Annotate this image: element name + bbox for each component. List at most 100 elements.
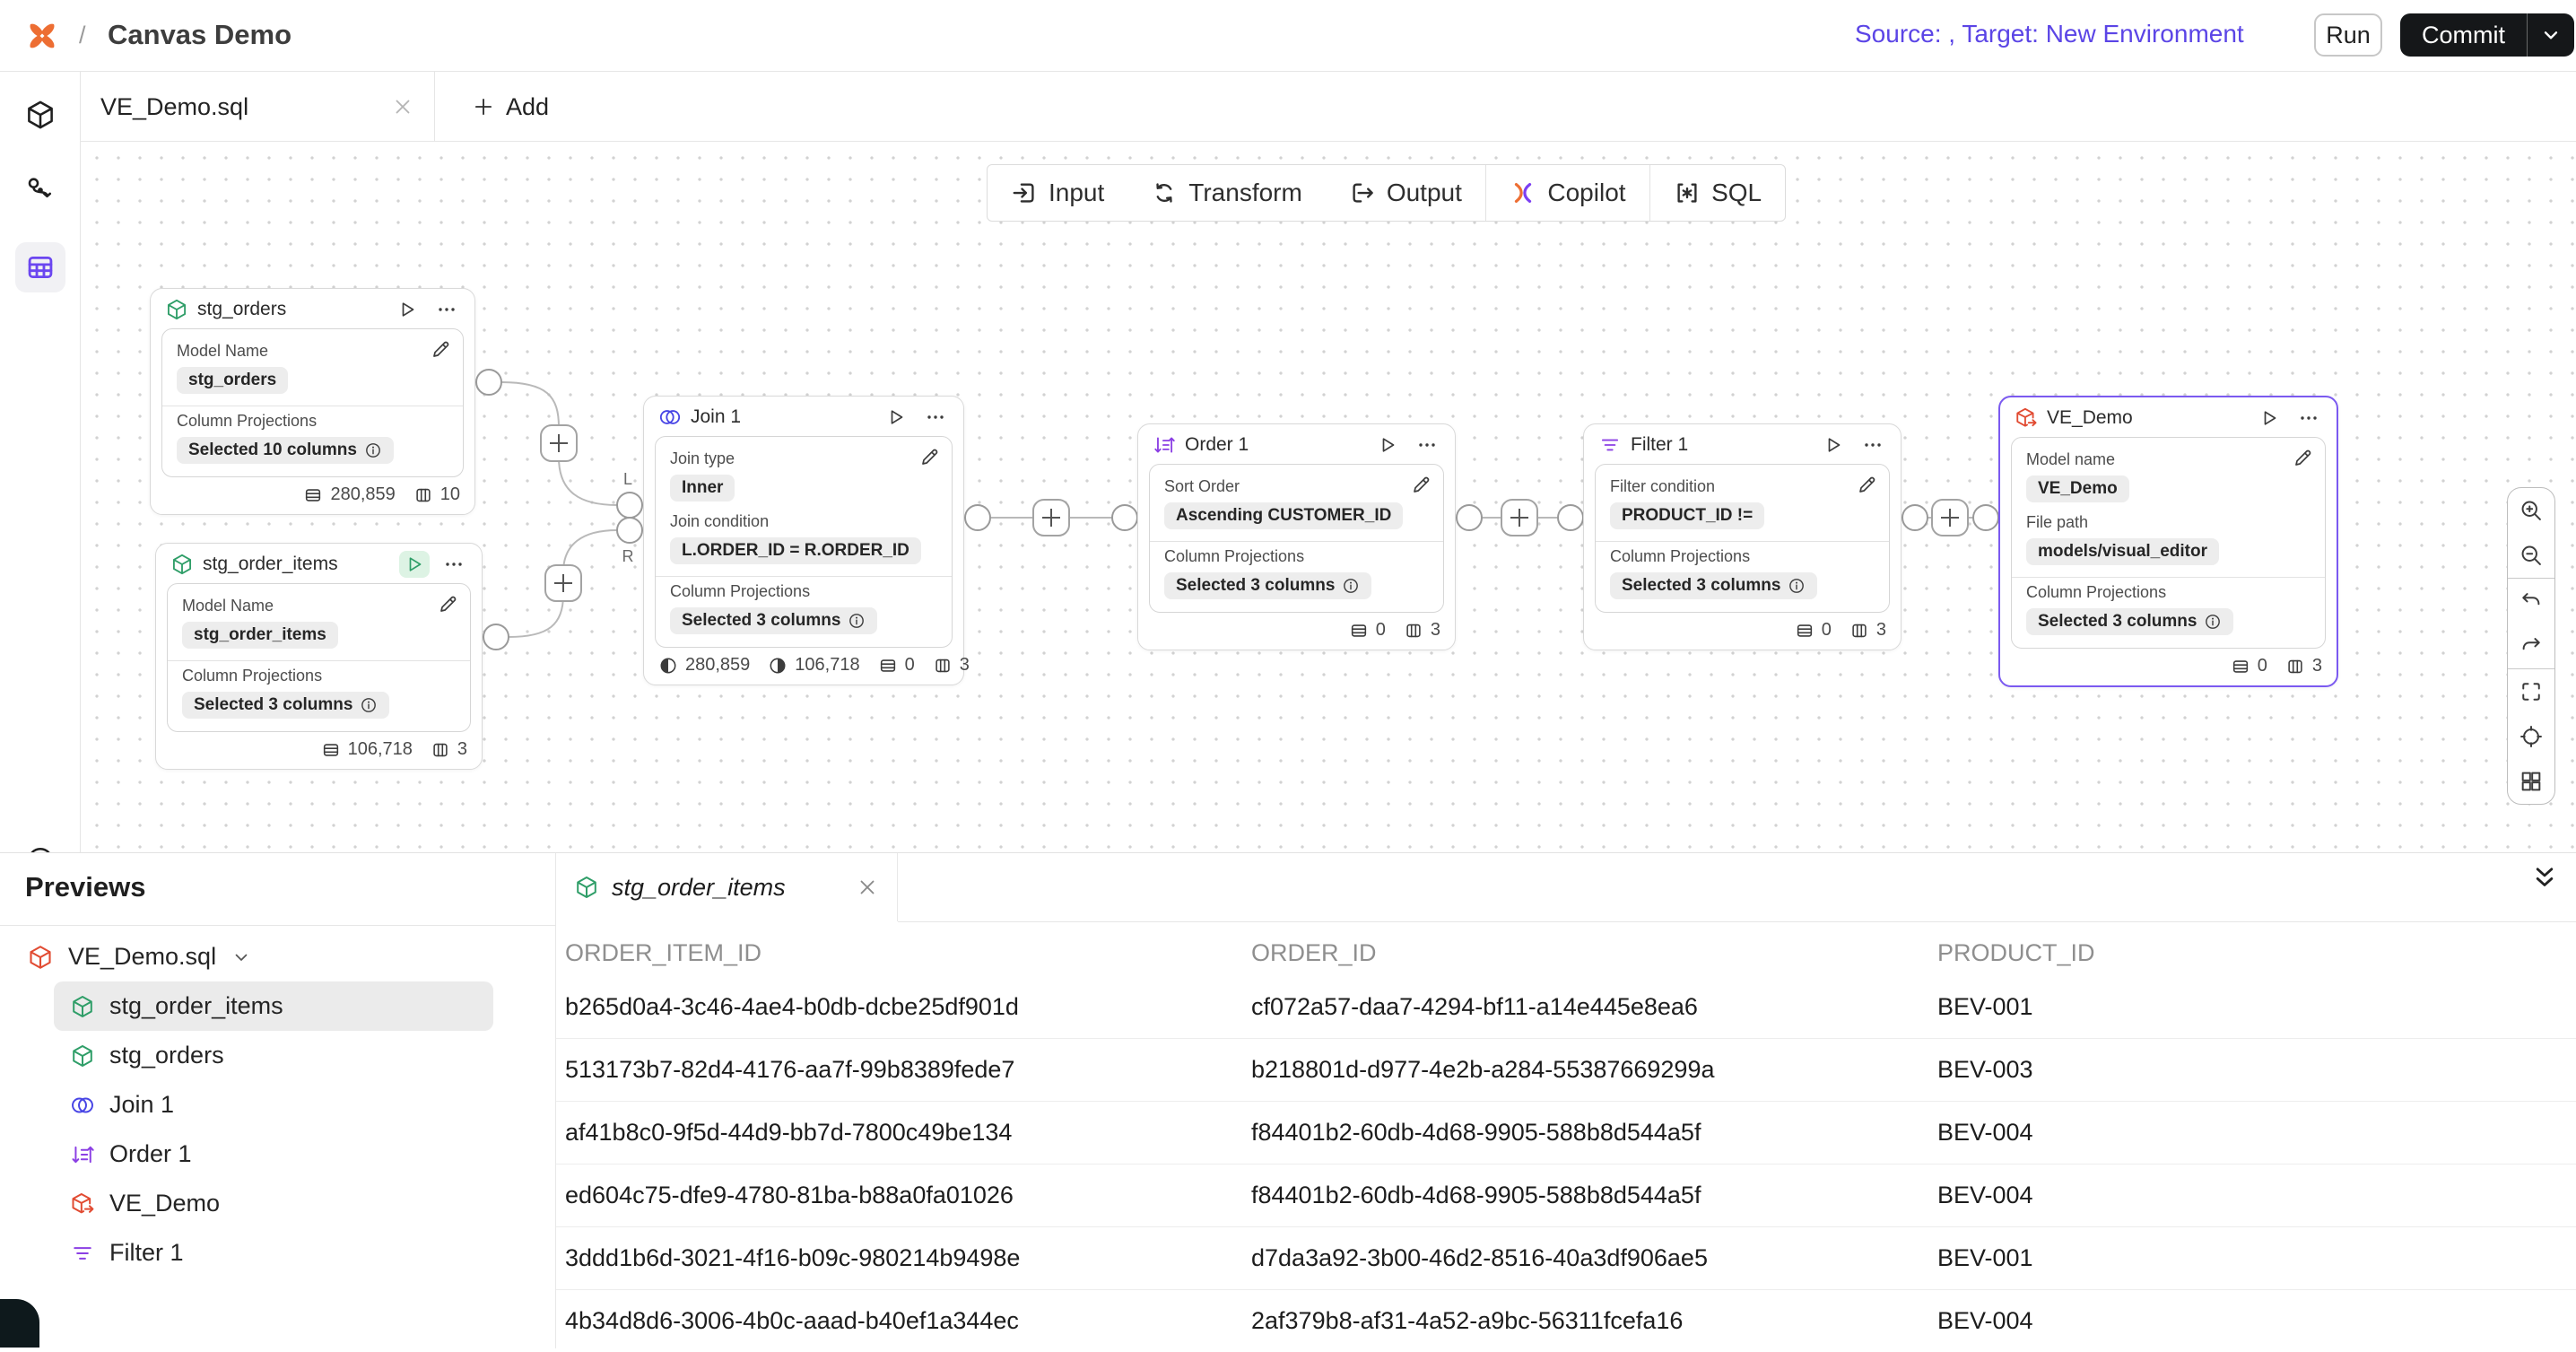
copilot-button[interactable]: Copilot — [1486, 165, 1649, 221]
edge-add-button[interactable] — [1033, 500, 1069, 536]
node-stg-orders[interactable]: stg_orders Model Name stg_orders Column … — [150, 288, 475, 515]
play-button[interactable] — [2254, 405, 2284, 432]
field-value-pill[interactable]: Selected 3 columns — [182, 692, 389, 719]
play-button[interactable] — [881, 404, 911, 431]
field-value-pill[interactable]: L.ORDER_ID = R.ORDER_ID — [670, 537, 921, 564]
play-button[interactable] — [392, 296, 422, 323]
field-value-pill[interactable]: Selected 3 columns — [1164, 572, 1371, 599]
more-menu-button[interactable] — [2293, 405, 2324, 432]
collapse-panel-button[interactable] — [2529, 862, 2560, 893]
add-tab-button[interactable]: Add — [457, 72, 563, 142]
table-row[interactable]: b265d0a4-3c46-4ae4-b0db-dcbe25df901d cf0… — [556, 975, 2576, 1038]
play-button[interactable] — [399, 551, 430, 578]
auto-layout-button[interactable] — [2508, 759, 2554, 804]
tree-item-order-1[interactable]: Order 1 — [54, 1130, 556, 1179]
preview-tab-stg-order-items[interactable]: stg_order_items — [556, 853, 898, 921]
info-icon[interactable] — [2204, 613, 2222, 631]
more-menu-button[interactable] — [1412, 432, 1442, 458]
tree-item-filter-1[interactable]: Filter 1 — [54, 1228, 556, 1278]
edge-add-button[interactable] — [545, 565, 581, 601]
more-menu-button[interactable] — [1858, 432, 1888, 458]
more-menu-button[interactable] — [920, 404, 951, 431]
field-value-pill[interactable]: models/visual_editor — [2026, 538, 2219, 565]
chevron-down-icon[interactable] — [231, 946, 252, 968]
tree-item-ve-demo[interactable]: VE_Demo — [54, 1179, 556, 1228]
field-value-pill[interactable]: stg_orders — [177, 367, 288, 394]
output-node-button[interactable]: Output — [1326, 165, 1485, 221]
info-icon[interactable] — [360, 696, 378, 714]
fit-view-button[interactable] — [2508, 669, 2554, 714]
node-join-1[interactable]: Join 1 Join type Inner Join condition L.… — [643, 396, 964, 685]
rail-canvas-button[interactable] — [15, 242, 65, 292]
commit-button[interactable]: Commit — [2400, 22, 2527, 49]
environment-selector[interactable]: Source: , Target: New Environment — [1855, 20, 1858, 48]
zoom-out-button[interactable] — [2508, 533, 2554, 578]
close-icon[interactable] — [856, 876, 879, 899]
edge-add-button[interactable] — [541, 425, 577, 461]
more-menu-button[interactable] — [431, 296, 462, 323]
tree-item-ve-demo-sql[interactable]: VE_Demo.sql — [0, 932, 556, 981]
close-icon[interactable] — [391, 95, 414, 118]
sql-button[interactable]: SQL — [1650, 165, 1785, 221]
table-row[interactable]: ed604c75-dfe9-4780-81ba-b88a0fa01026 f84… — [556, 1164, 2576, 1226]
play-button[interactable] — [1372, 432, 1403, 458]
redo-button[interactable] — [2508, 624, 2554, 668]
field-value-pill[interactable]: Selected 3 columns — [1610, 572, 1817, 599]
table-row[interactable]: 513173b7-82d4-4176-aa7f-99b8389fede7 b21… — [556, 1038, 2576, 1101]
port-join-out[interactable] — [965, 505, 990, 530]
node-stg-order-items[interactable]: stg_order_items Model Name stg_order_ite… — [155, 543, 483, 770]
field-value-pill[interactable]: Ascending CUSTOMER_ID — [1164, 502, 1403, 529]
app-logo-icon[interactable] — [22, 15, 63, 57]
field-value-pill[interactable]: PRODUCT_ID != — [1610, 502, 1764, 529]
edge-add-button[interactable] — [1932, 500, 1968, 536]
edit-pencil-icon[interactable] — [2293, 447, 2314, 468]
table-row[interactable]: 4b34d8d6-3006-4b0c-aaad-b40ef1a344ec 2af… — [556, 1289, 2576, 1352]
zoom-in-button[interactable] — [2508, 488, 2554, 533]
table-row[interactable]: af41b8c0-9f5d-44d9-bb7d-7800c49be134 f84… — [556, 1101, 2576, 1164]
edit-pencil-icon[interactable] — [431, 338, 452, 360]
tree-item-stg-orders[interactable]: stg_orders — [54, 1031, 556, 1080]
edge-add-button[interactable] — [1501, 500, 1537, 536]
column-header[interactable]: ORDER_ID — [1242, 939, 1928, 967]
edit-pencil-icon[interactable] — [438, 593, 459, 615]
locate-button[interactable] — [2508, 714, 2554, 759]
port-order-out[interactable] — [1457, 505, 1482, 530]
tree-item-stg-order-items[interactable]: stg_order_items — [54, 981, 493, 1031]
undo-button[interactable] — [2508, 579, 2554, 624]
transform-node-button[interactable]: Transform — [1127, 165, 1326, 221]
port-ve-demo-in[interactable] — [1973, 505, 1998, 530]
rail-models-button[interactable] — [15, 90, 65, 140]
edit-pencil-icon[interactable] — [1411, 474, 1432, 495]
port-stg-orders-out[interactable] — [476, 370, 501, 395]
field-value-pill[interactable]: Inner — [670, 475, 735, 502]
port-filter-out[interactable] — [1902, 505, 1928, 530]
port-order-in[interactable] — [1112, 505, 1137, 530]
field-value-pill[interactable]: Selected 3 columns — [670, 607, 877, 634]
more-menu-button[interactable] — [439, 551, 469, 578]
info-icon[interactable] — [848, 612, 866, 630]
tab-ve-demo-sql[interactable]: VE_Demo.sql — [81, 72, 435, 142]
table-row[interactable]: 3ddd1b6d-3021-4f16-b09c-980214b9498e d7d… — [556, 1226, 2576, 1289]
node-filter-1[interactable]: Filter 1 Filter condition PRODUCT_ID != … — [1583, 423, 1902, 650]
field-value-pill[interactable]: Selected 10 columns — [177, 437, 394, 464]
node-ve-demo[interactable]: VE_Demo Model name VE_Demo File path mod… — [1998, 396, 2338, 687]
corner-widget-button[interactable] — [0, 1299, 39, 1348]
rail-lineage-button[interactable] — [15, 165, 65, 215]
tree-item-join-1[interactable]: Join 1 — [54, 1080, 556, 1130]
info-icon[interactable] — [1342, 577, 1360, 595]
node-order-1[interactable]: Order 1 Sort Order Ascending CUSTOMER_ID… — [1137, 423, 1456, 650]
field-value-pill[interactable]: stg_order_items — [182, 622, 338, 649]
port-join-in-right[interactable] — [617, 518, 642, 543]
run-button[interactable]: Run — [2314, 13, 2382, 57]
info-icon[interactable] — [364, 441, 382, 459]
commit-split-button[interactable]: Commit — [2400, 13, 2574, 57]
port-filter-in[interactable] — [1558, 505, 1583, 530]
port-stg-order-items-out[interactable] — [483, 624, 509, 650]
field-value-pill[interactable]: VE_Demo — [2026, 475, 2129, 502]
input-node-button[interactable]: Input — [988, 165, 1127, 221]
column-header[interactable]: PRODUCT_ID — [1928, 939, 2576, 967]
commit-dropdown-button[interactable] — [2528, 23, 2574, 47]
port-join-in-left[interactable] — [617, 493, 642, 518]
info-icon[interactable] — [1788, 577, 1806, 595]
edit-pencil-icon[interactable] — [1857, 474, 1878, 495]
